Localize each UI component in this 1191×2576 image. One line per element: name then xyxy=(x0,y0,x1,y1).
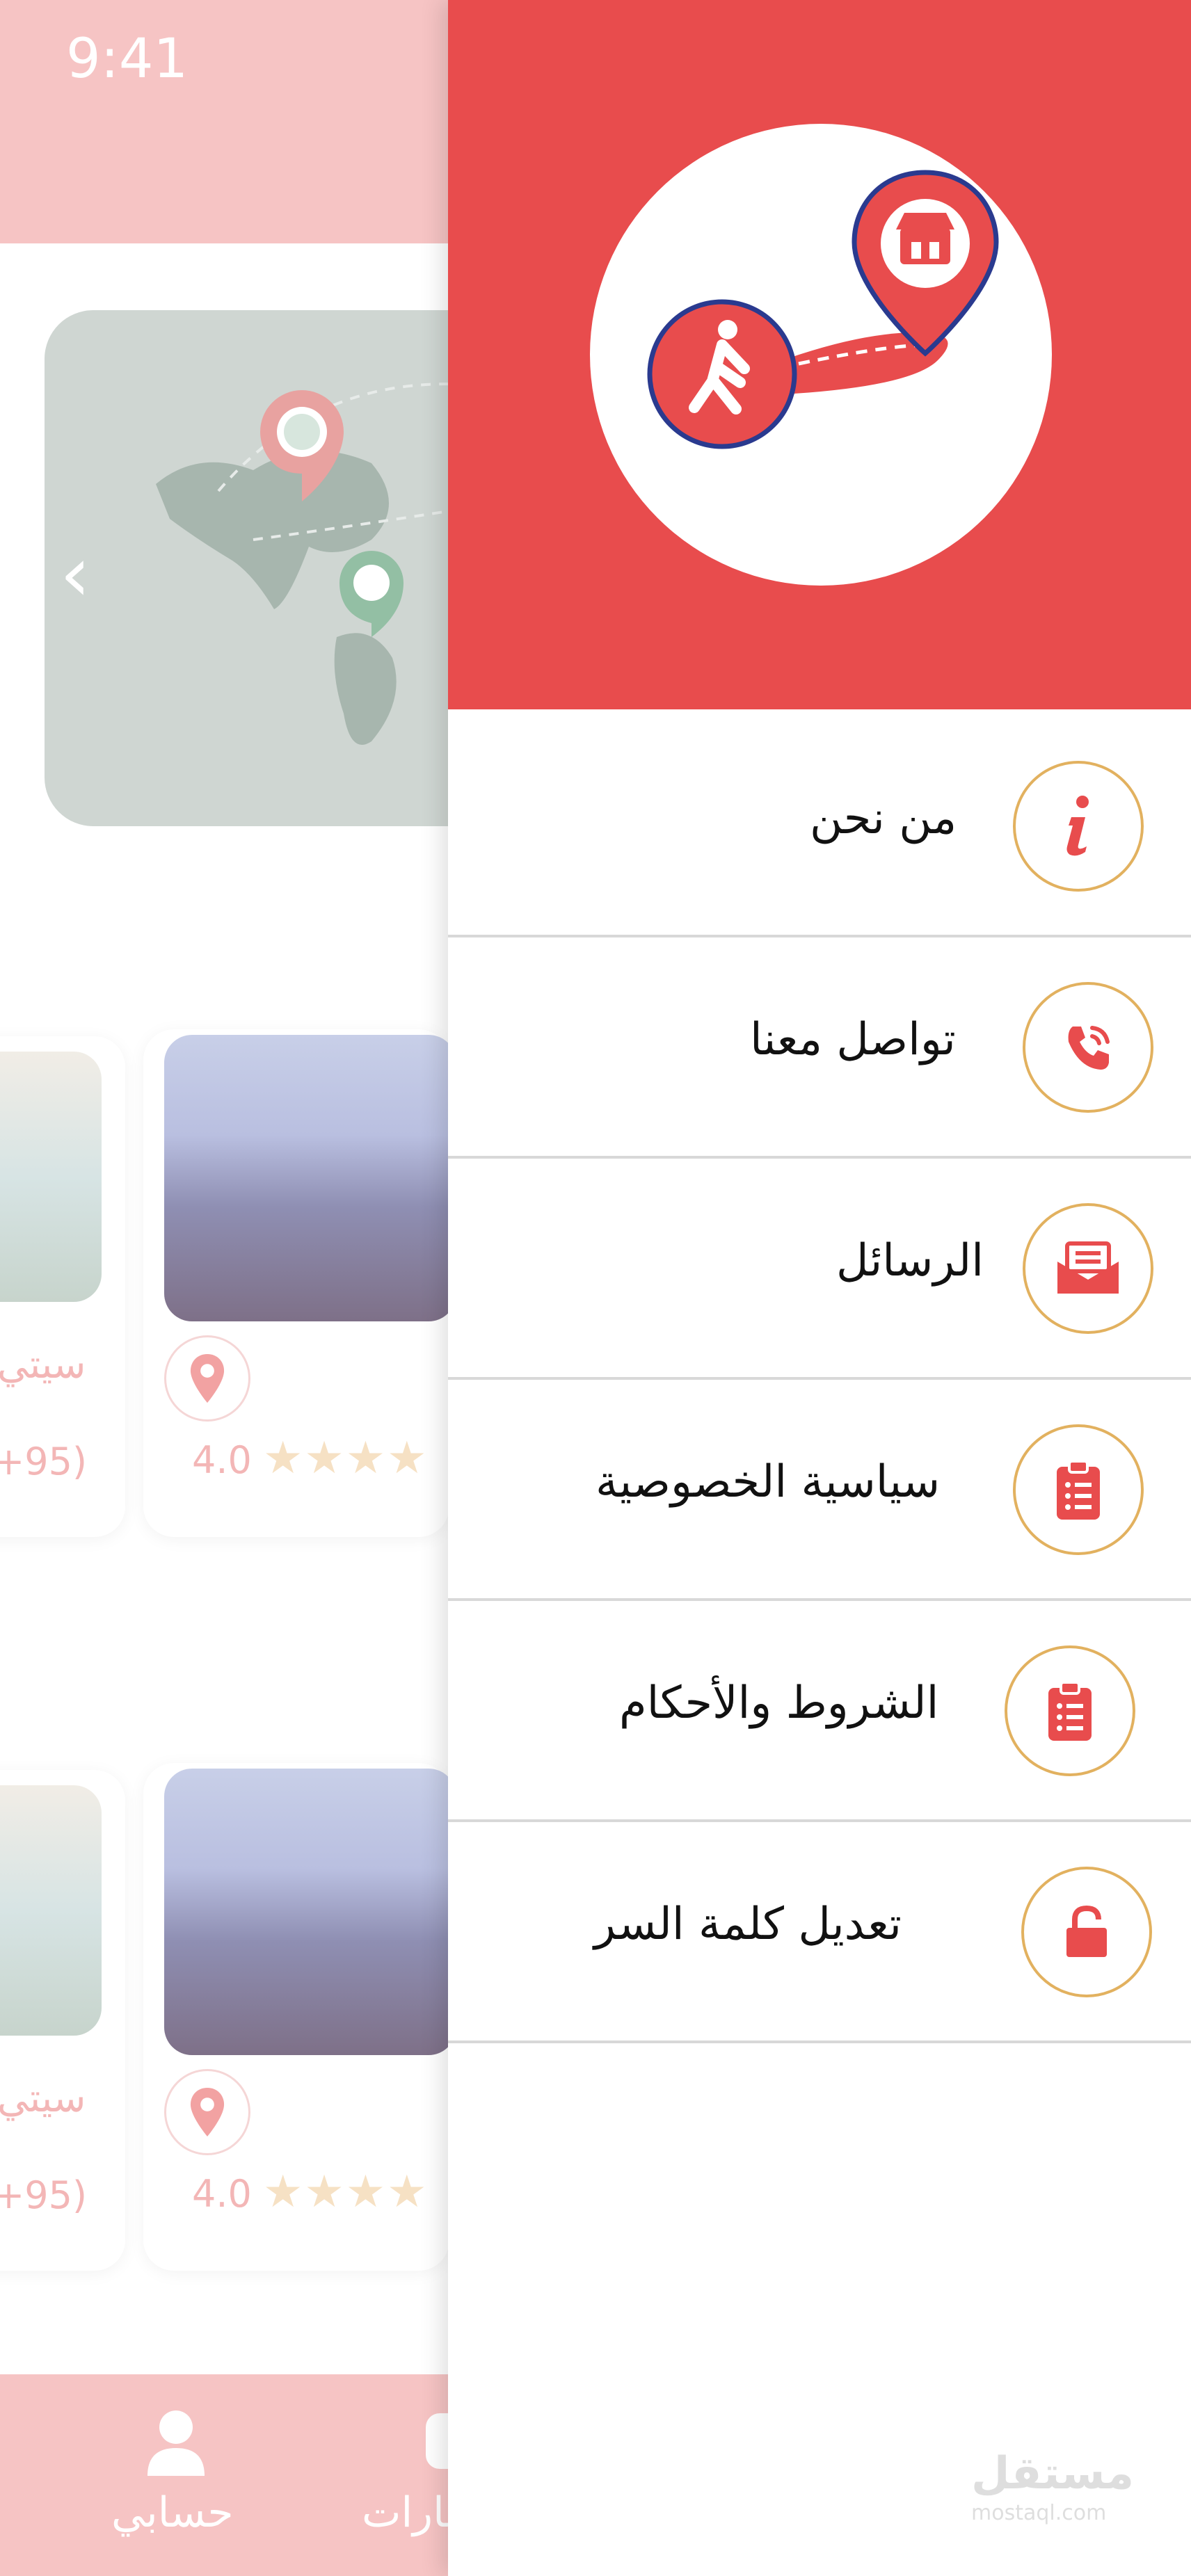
mall-image xyxy=(164,1035,456,1321)
menu-item-contact[interactable]: تواصل معنا xyxy=(448,937,1191,1159)
location-pin-button[interactable] xyxy=(164,2069,250,2155)
mail-icon xyxy=(1023,1203,1153,1334)
clipboard-icon xyxy=(1005,1645,1135,1776)
drawer-header xyxy=(448,0,1191,709)
location-pin-button[interactable] xyxy=(164,1335,250,1422)
menu-item-messages[interactable]: الرسائل xyxy=(448,1159,1191,1380)
nav-account-label[interactable]: حسابي xyxy=(111,2488,234,2537)
place-name: سيتي xyxy=(0,1342,86,1387)
lock-icon xyxy=(1021,1867,1152,1997)
status-time: 9:41 xyxy=(66,28,189,90)
location-pin-icon xyxy=(190,1354,225,1403)
menu-item-contact-label: تواصل معنا xyxy=(750,1014,956,1065)
phone-icon xyxy=(1023,982,1153,1113)
place-name: سيتي xyxy=(0,2076,86,2121)
rating-value: 4.0 xyxy=(192,2172,252,2216)
side-drawer: من نحن تواصل معنا الرسائل سياسية الخصوصي… xyxy=(448,0,1191,2576)
user-icon[interactable] xyxy=(145,2409,207,2476)
watermark-url: mostaql.com xyxy=(971,2501,1107,2525)
place-image xyxy=(0,1785,102,2036)
menu-item-about-label: من نحن xyxy=(810,793,957,844)
menu-item-terms[interactable]: الشروط والأحكام xyxy=(448,1601,1191,1822)
menu-item-privacy[interactable]: سياسية الخصوصية xyxy=(448,1380,1191,1601)
place-image xyxy=(0,1052,102,1302)
review-count: +95) xyxy=(0,1440,88,1483)
menu-item-messages-label: الرسائل xyxy=(836,1235,984,1287)
menu-item-terms-label: الشروط والأحكام xyxy=(619,1677,939,1729)
watermark-logo: مستقل xyxy=(971,2448,1135,2499)
menu-item-change-password-label: تعديل كلمة السر xyxy=(594,1899,902,1950)
banner-prev-arrow[interactable]: ‹ xyxy=(60,536,90,612)
location-pin-icon xyxy=(190,2088,225,2136)
app-logo xyxy=(590,124,1052,586)
rating-stars: ★★★★ xyxy=(263,2166,429,2218)
menu-item-change-password[interactable]: تعديل كلمة السر xyxy=(448,1822,1191,2043)
menu-item-about[interactable]: من نحن xyxy=(448,716,1191,937)
menu-item-privacy-label: سياسية الخصوصية xyxy=(596,1456,941,1508)
clipboard-icon xyxy=(1013,1424,1144,1555)
mall-image xyxy=(164,1769,456,2055)
info-icon xyxy=(1013,761,1144,892)
rating-value: 4.0 xyxy=(192,1438,252,1482)
rating-stars: ★★★★ xyxy=(263,1433,429,1484)
logo-illustration xyxy=(647,170,999,449)
review-count: +95) xyxy=(0,2173,88,2217)
